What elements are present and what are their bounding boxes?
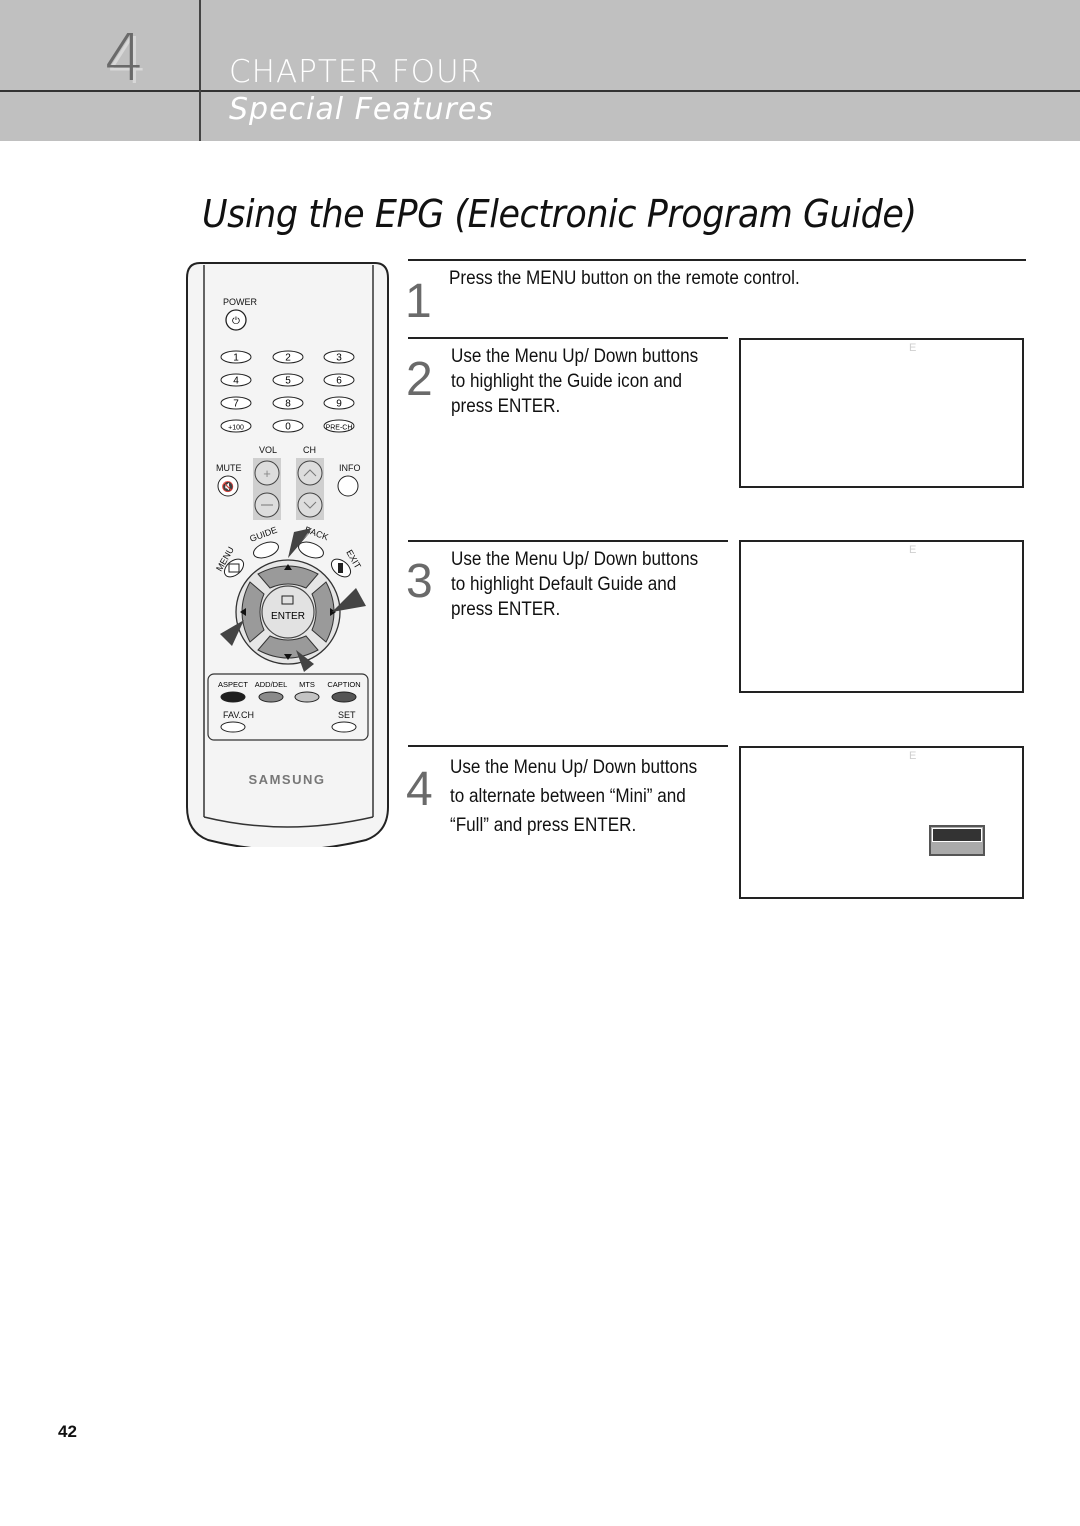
ch-label: CH	[303, 445, 316, 455]
number-key[interactable]: 4	[220, 373, 252, 387]
color-key-label: CAPTION	[327, 680, 360, 689]
step-3-rule	[408, 540, 728, 542]
number-key-label: +100	[228, 425, 244, 432]
mute-button[interactable]: 🔇	[217, 475, 239, 497]
color-key-label: ADD/DEL	[255, 680, 288, 689]
favch-button[interactable]	[220, 721, 246, 733]
step-4-number: 4	[406, 763, 433, 816]
vol-down-button[interactable]	[254, 492, 280, 518]
number-key-label: 9	[336, 399, 342, 410]
selected-option-highlight	[932, 828, 982, 842]
ch-down-button[interactable]	[297, 492, 323, 518]
number-key-label: PRE-CH	[326, 425, 353, 432]
set-label: SET	[338, 710, 356, 720]
step-2-number: 2	[406, 353, 433, 406]
step-2-line-2: to highlight the Guide icon and	[451, 371, 683, 392]
step-2-line-3: press ENTER.	[451, 396, 561, 417]
enter-button[interactable]: ENTER	[261, 585, 315, 639]
chapter-number: 4	[104, 22, 145, 96]
enter-label: ENTER	[271, 611, 305, 622]
number-key[interactable]: 5	[272, 373, 304, 387]
number-key-label: 4	[233, 376, 239, 387]
page-title: Using the EPG (Electronic Program Guide)	[202, 192, 917, 236]
vol-up-button[interactable]: +	[254, 460, 280, 486]
number-key-label: 7	[233, 399, 239, 410]
mute-icon: 🔇	[222, 480, 234, 493]
number-key[interactable]: 9	[323, 396, 355, 410]
number-key-label: 8	[285, 399, 291, 410]
header-divider-horizontal	[0, 90, 1080, 92]
remote-control-illustration: POWER ⏻ 1 2 3 4 5 6 7 8 9 +100 0 PRE-CH VOL CH + MU…	[186, 262, 389, 847]
step-2-line-1: Use the Menu Up/ Down buttons	[451, 346, 699, 367]
chapter-header: 4 CHAPTER FOUR Special Features	[0, 0, 1080, 141]
chapter-subtitle: Special Features	[229, 92, 494, 127]
power-icon: ⏻	[232, 316, 240, 327]
step-1-text: Press the MENU button on the remote cont…	[449, 266, 800, 291]
number-key-label: 0	[285, 422, 291, 433]
vol-label: VOL	[259, 445, 277, 455]
step-3-number: 3	[406, 555, 433, 608]
number-key[interactable]: 3	[323, 350, 355, 364]
screen-glyph: E	[909, 342, 917, 354]
number-key[interactable]: 8	[272, 396, 304, 410]
number-key[interactable]: 6	[323, 373, 355, 387]
number-key[interactable]: 1	[220, 350, 252, 364]
screen-glyph: E	[909, 544, 917, 556]
step-1-number: 1	[405, 275, 432, 328]
color-key-label: MTS	[299, 680, 315, 689]
step-4-line-1: Use the Menu Up/ Down buttons	[450, 757, 698, 778]
step-1-line-1: Press the MENU button on the remote cont…	[449, 268, 800, 289]
number-key[interactable]: 7	[220, 396, 252, 410]
plus-icon: +	[263, 466, 271, 481]
screen-glyph: E	[909, 750, 917, 762]
power-button[interactable]: ⏻	[225, 309, 247, 331]
step-4-line-3: “Full” and press ENTER.	[450, 815, 637, 836]
step-3-text: Use the Menu Up/ Down buttons to highlig…	[451, 547, 698, 622]
number-key-label: 1	[233, 353, 239, 364]
number-key-label: 3	[336, 353, 342, 364]
chapter-title: CHAPTER FOUR	[229, 54, 483, 90]
set-button[interactable]	[331, 721, 357, 733]
step-2-screen: E	[739, 338, 1024, 488]
step-3-line-2: to highlight Default Guide and	[451, 574, 677, 595]
brand-logo: SAMSUNG	[249, 772, 326, 787]
mute-label: MUTE	[216, 463, 242, 473]
number-key[interactable]: PRE-CH	[323, 419, 355, 433]
step-4-line-2: to alternate between “Mini” and	[450, 786, 686, 807]
number-key-label: 2	[285, 353, 291, 364]
step-2-rule	[408, 337, 728, 339]
mini-full-option-popup	[929, 825, 985, 856]
number-key[interactable]: 0	[272, 419, 304, 433]
exit-icon	[338, 563, 343, 573]
step-4-rule	[408, 745, 728, 747]
page-number: 42	[58, 1422, 77, 1441]
ch-up-button[interactable]	[297, 460, 323, 486]
number-key[interactable]: +100	[220, 419, 252, 433]
step-4-screen: E	[739, 746, 1024, 899]
number-key-label: 5	[285, 376, 291, 387]
number-key-label: 6	[336, 376, 342, 387]
step-4-text: Use the Menu Up/ Down buttons to alterna…	[450, 753, 697, 840]
step-1-rule	[408, 259, 1026, 261]
info-button[interactable]	[337, 475, 359, 497]
number-key[interactable]: 2	[272, 350, 304, 364]
power-label: POWER	[223, 297, 258, 307]
info-label: INFO	[339, 463, 361, 473]
header-divider-vertical	[199, 0, 201, 141]
step-3-screen: E	[739, 540, 1024, 693]
step-2-text: Use the Menu Up/ Down buttons to highlig…	[451, 344, 698, 419]
step-3-line-3: press ENTER.	[451, 599, 561, 620]
step-3-line-1: Use the Menu Up/ Down buttons	[451, 549, 699, 570]
color-key-label: ASPECT	[218, 680, 248, 689]
favch-label: FAV.CH	[223, 710, 254, 720]
